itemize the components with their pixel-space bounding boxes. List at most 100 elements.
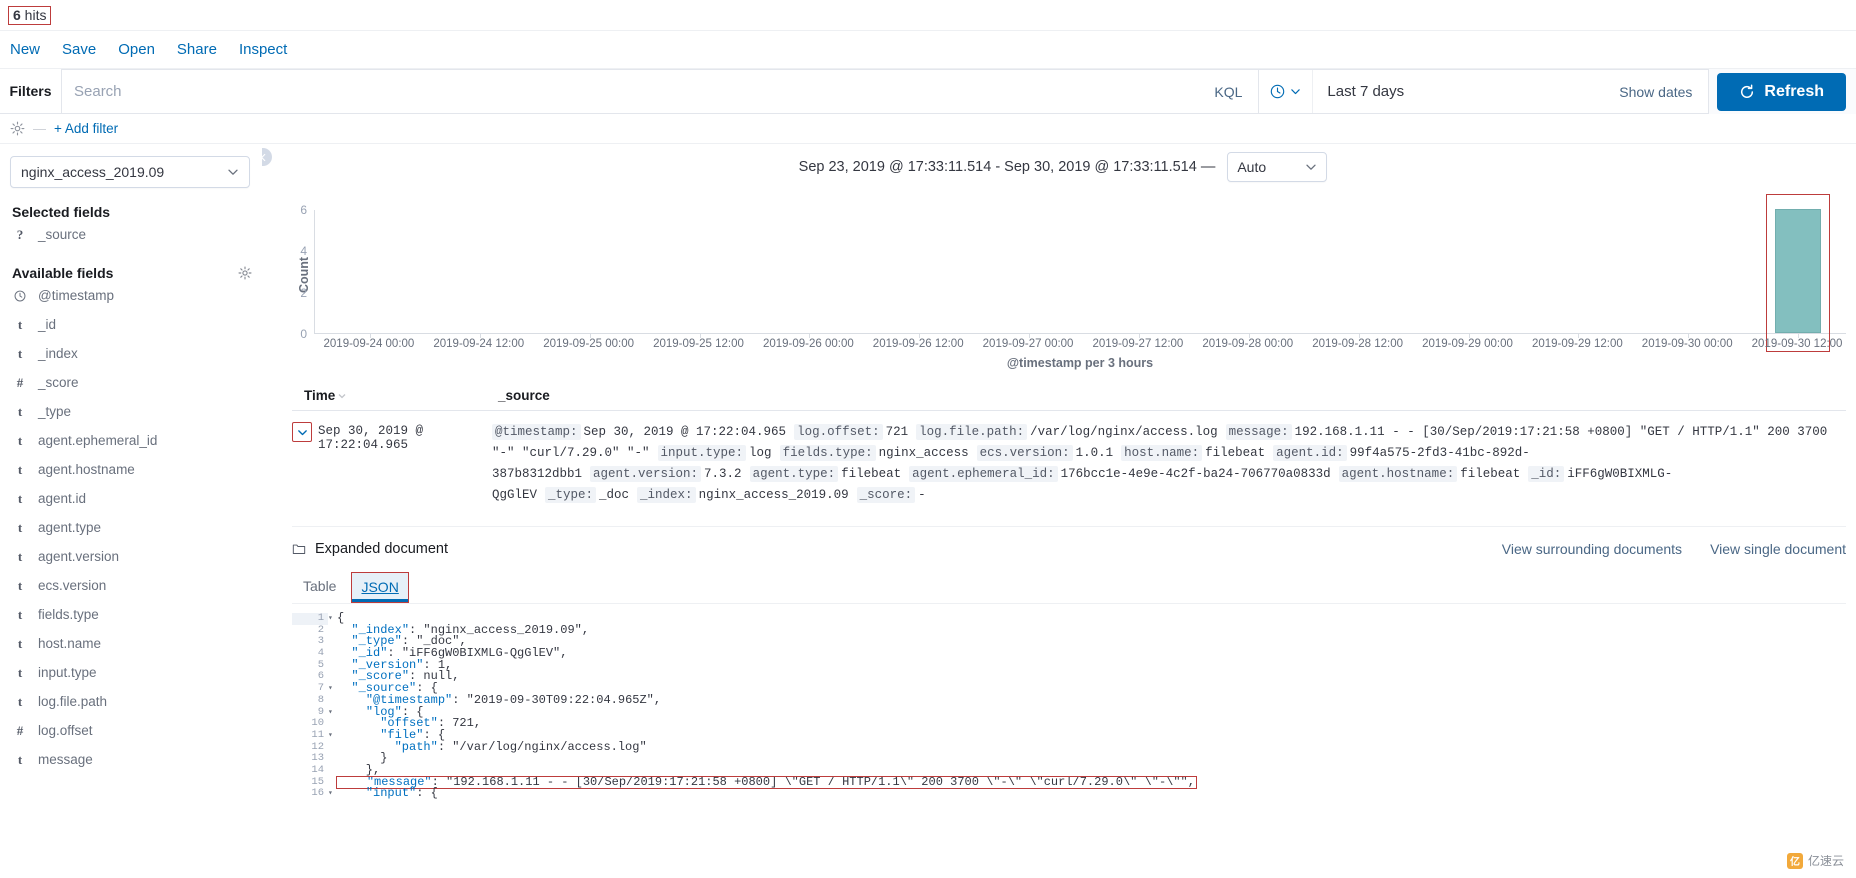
sidebar-field-agent-hostname[interactable]: t agent.hostname: [10, 455, 252, 484]
column-header-time[interactable]: Time: [292, 388, 492, 403]
row-time-value: Sep 30, 2019 @ 17:22:04.965: [318, 424, 424, 452]
nav-save[interactable]: Save: [62, 41, 96, 58]
field-name: _index: [38, 346, 78, 361]
histogram-bar[interactable]: [1775, 209, 1822, 333]
field-name: _source: [38, 227, 87, 242]
json-fold-toggle[interactable]: ▾: [328, 613, 337, 625]
source-field-key: log.file.path:: [916, 424, 1028, 440]
chevron-left-icon: [262, 153, 265, 161]
field-name: ecs.version: [38, 578, 107, 593]
folder-icon: [292, 544, 306, 554]
time-range-value[interactable]: Last 7 days: [1313, 83, 1603, 100]
search-bar[interactable]: KQL: [62, 69, 1260, 114]
sidebar-field-_source[interactable]: ? _source: [10, 220, 252, 249]
sidebar-field-_type[interactable]: t _type: [10, 397, 252, 426]
kql-language-button[interactable]: KQL: [1204, 84, 1248, 100]
sidebar-field-agent-version[interactable]: t agent.version: [10, 542, 252, 571]
y-tick-0: 0: [300, 327, 307, 341]
interval-select[interactable]: Auto: [1227, 152, 1328, 182]
field-name: message: [38, 752, 93, 767]
source-field-key: fields.type:: [779, 445, 876, 461]
selected-fields-title: Selected fields: [12, 204, 252, 220]
nav-new[interactable]: New: [10, 41, 40, 58]
field-type-icon: #: [16, 374, 24, 390]
tab-json[interactable]: JSON: [351, 572, 409, 603]
filters-button[interactable]: Filters: [0, 69, 62, 114]
nav-inspect[interactable]: Inspect: [239, 41, 287, 58]
index-pattern-select[interactable]: nginx_access_2019.09: [10, 156, 250, 188]
source-field-key: @timestamp:: [492, 424, 581, 440]
expand-row-toggle[interactable]: [292, 422, 312, 442]
sidebar-field-ecs-version[interactable]: t ecs.version: [10, 571, 252, 600]
sidebar-field-log-offset[interactable]: # log.offset: [10, 716, 252, 745]
field-name: host.name: [38, 636, 102, 651]
json-line-number: 1: [292, 612, 328, 625]
column-header-time-label: Time: [304, 388, 336, 403]
json-viewer[interactable]: 1 ▾{2 "_index": "nginx_access_2019.09", 3 …: [292, 612, 1846, 800]
chart-header: Sep 23, 2019 @ 17:33:11.514 - Sep 30, 20…: [270, 144, 1856, 186]
column-header-source: _source: [498, 388, 550, 403]
nav-share[interactable]: Share: [177, 41, 217, 58]
json-fold-toggle[interactable]: ▾: [328, 683, 337, 695]
x-axis-ticks: 2019-09-24 00:00 2019-09-24 12:00 2019-09-…: [314, 338, 1846, 354]
sidebar-field-agent-ephemeral_id[interactable]: t agent.ephemeral_id: [10, 426, 252, 455]
sidebar-field-agent-id[interactable]: t agent.id: [10, 484, 252, 513]
add-filter-button[interactable]: + Add filter: [54, 121, 118, 136]
refresh-button[interactable]: Refresh: [1717, 72, 1846, 111]
view-surrounding-documents-link[interactable]: View surrounding documents: [1502, 541, 1682, 557]
json-line: 15 "message": "192.168.1.11 - - [30/Sep/…: [292, 776, 1846, 790]
view-single-document-link[interactable]: View single document: [1710, 541, 1846, 557]
field-sidebar: nginx_access_2019.09 Selected fields ? _…: [0, 144, 262, 878]
sidebar-field--timestamp[interactable]: @timestamp: [10, 281, 252, 310]
json-fold-toggle[interactable]: ▾: [328, 730, 337, 742]
y-tick-4: 4: [300, 244, 307, 259]
source-field-value: filebeat: [1460, 467, 1521, 481]
sidebar-field-log-file-path[interactable]: t log.file.path: [10, 687, 252, 716]
sidebar-field-_id[interactable]: t _id: [10, 310, 252, 339]
field-name: _type: [38, 404, 72, 419]
time-range-text: Sep 23, 2019 @ 17:33:11.514 - Sep 30, 20…: [798, 159, 1216, 175]
field-type-icon: t: [17, 490, 23, 506]
y-axis-ticks: 0 2 4 6: [270, 203, 312, 341]
show-dates-button[interactable]: Show dates: [1603, 84, 1708, 100]
gear-icon[interactable]: [238, 266, 252, 280]
tab-table[interactable]: Table: [292, 572, 347, 603]
field-name: agent.type: [38, 520, 102, 535]
sidebar-field-fields-type[interactable]: t fields.type: [10, 600, 252, 629]
sidebar-field-host-name[interactable]: t host.name: [10, 629, 252, 658]
gear-icon[interactable]: [10, 121, 25, 136]
sidebar-field-message[interactable]: t message: [10, 745, 252, 774]
sidebar-field-input-type[interactable]: t input.type: [10, 658, 252, 687]
x-tick-label: 2019-09-30 12:00: [1751, 338, 1843, 350]
histogram-chart[interactable]: Count 0246 2019-09-24 00:00 2019-09-24 12…: [270, 190, 1846, 370]
discover-content: Sep 23, 2019 @ 17:33:11.514 - Sep 30, 20…: [262, 144, 1856, 878]
json-fold-toggle[interactable]: ▾: [328, 707, 337, 719]
quick-select-button[interactable]: [1259, 70, 1314, 113]
x-tick-label: 2019-09-29 12:00: [1531, 338, 1623, 350]
nav-open[interactable]: Open: [118, 41, 155, 58]
field-name: _score: [38, 375, 79, 390]
chevron-down-icon: [1291, 89, 1301, 95]
hits-count: 6: [13, 6, 21, 23]
source-field-key: agent.hostname:: [1338, 466, 1458, 482]
field-type-icon: t: [17, 635, 23, 651]
hits-bar: 6 hits: [0, 0, 1856, 30]
x-tick-label: 2019-09-26 00:00: [762, 338, 854, 350]
sidebar-field-agent-type[interactable]: t agent.type: [10, 513, 252, 542]
sidebar-field-_score[interactable]: # _score: [10, 368, 252, 397]
json-fold-toggle[interactable]: ▾: [328, 788, 337, 800]
x-tick-label: 2019-09-24 12:00: [433, 338, 525, 350]
plot-area[interactable]: [314, 194, 1846, 352]
x-tick-label: 2019-09-26 12:00: [872, 338, 964, 350]
search-input[interactable]: [72, 82, 1205, 101]
sidebar-field-_index[interactable]: t _index: [10, 339, 252, 368]
source-field-key: message:: [1225, 424, 1292, 440]
x-tick-label: 2019-09-28 00:00: [1202, 338, 1294, 350]
source-field-value: -: [918, 488, 926, 502]
expanded-document-title: Expanded document: [292, 541, 448, 557]
hits-count-box: 6 hits: [8, 5, 52, 25]
time-picker[interactable]: Last 7 days Show dates: [1259, 69, 1710, 114]
watermark: 亿 亿速云: [1780, 849, 1850, 872]
source-field-value: filebeat: [1205, 446, 1266, 460]
source-field-value: nginx_access_2019.09: [698, 488, 849, 502]
